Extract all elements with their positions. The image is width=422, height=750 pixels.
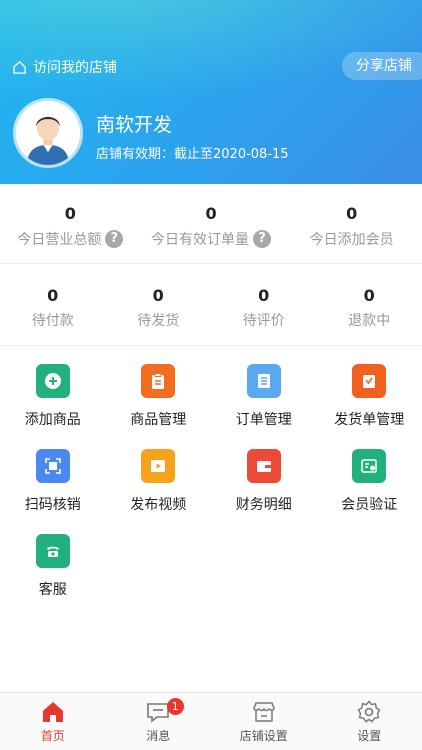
tab-label: 设置: [357, 729, 382, 743]
stat-pending-payment[interactable]: 0 待付款: [0, 264, 106, 345]
visit-shop-label: 访问我的店铺: [33, 60, 117, 76]
shop-name: 南软开发: [96, 114, 173, 136]
tab-home[interactable]: 首页: [0, 693, 106, 750]
stat-label: 待发货: [137, 313, 180, 329]
bottom-tabbar: 首页 1 消息 店铺设置 设置: [0, 692, 422, 750]
stat-value: 0: [258, 286, 270, 305]
stat-pending-review[interactable]: 0 待评价: [211, 264, 317, 345]
menu-customer-service[interactable]: 客服: [0, 534, 106, 619]
tab-settings[interactable]: 设置: [317, 693, 422, 750]
stat-value: 0: [47, 286, 59, 305]
phone-icon: [35, 534, 70, 568]
plus-circle-icon: [35, 364, 70, 398]
order-status-stats: 0 待付款 0 待发货 0 待评价 0 退款中: [0, 264, 422, 346]
gear-icon: [357, 700, 381, 723]
menu-label: 添加商品: [24, 412, 81, 428]
menu-label: 客服: [38, 582, 67, 598]
clipboard-icon: [141, 364, 176, 398]
menu-shipping-management[interactable]: 发货单管理: [317, 364, 422, 449]
message-badge: 1: [166, 698, 184, 715]
function-grid: 添加商品 商品管理 订单管理 发货单管理 扫码核销 发布视频 财务明细 会员验证…: [0, 364, 422, 619]
shop-validity: 店铺有效期：截止至2020-08-15: [96, 147, 289, 162]
stat-today-members[interactable]: 0 今日添加会员: [281, 184, 422, 263]
tab-label: 首页: [40, 729, 65, 743]
menu-label: 发布视频: [130, 497, 187, 513]
stat-label: 退款中: [348, 313, 391, 329]
stat-value: 0: [205, 204, 217, 223]
stat-label: 待付款: [31, 313, 74, 329]
menu-label: 商品管理: [130, 412, 187, 428]
help-icon[interactable]: ?: [253, 230, 271, 248]
menu-label: 发货单管理: [334, 412, 405, 428]
menu-label: 订单管理: [235, 412, 292, 428]
menu-label: 会员验证: [341, 497, 398, 513]
help-icon[interactable]: ?: [105, 230, 124, 248]
store-icon: [252, 702, 275, 722]
menu-product-management[interactable]: 商品管理: [106, 364, 212, 449]
stat-refunding[interactable]: 0 退款中: [317, 264, 422, 345]
menu-add-product[interactable]: 添加商品: [0, 364, 106, 449]
video-icon: [141, 449, 176, 483]
stat-today-orders[interactable]: 0 今日有效订单量?: [141, 184, 282, 263]
header-decoration: [0, 0, 422, 100]
avatar[interactable]: [13, 98, 83, 168]
stat-value: 0: [152, 286, 164, 305]
home-outline-icon: [13, 60, 26, 74]
stat-value: 0: [64, 204, 76, 223]
list-icon: [246, 364, 281, 398]
wallet-icon: [246, 449, 281, 483]
tab-messages[interactable]: 1 消息: [106, 693, 212, 750]
tab-label: 消息: [146, 729, 171, 743]
tab-store-settings[interactable]: 店铺设置: [211, 693, 317, 750]
shop-header: 访问我的店铺 分享店铺 南软开发 店铺有效期：截止至2020-08-15: [0, 0, 422, 184]
stat-label: 今日有效订单量: [151, 232, 249, 248]
stat-label: 今日添加会员: [309, 232, 394, 248]
stat-label: 今日营业总额: [17, 232, 102, 248]
stat-pending-shipment[interactable]: 0 待发货: [106, 264, 212, 345]
stat-value: 0: [346, 204, 358, 223]
menu-scan-verify[interactable]: 扫码核销: [0, 449, 106, 534]
menu-finance-details[interactable]: 财务明细: [211, 449, 317, 534]
shipping-icon: [352, 364, 387, 398]
stat-today-revenue[interactable]: 0 今日营业总额?: [0, 184, 141, 263]
menu-order-management[interactable]: 订单管理: [211, 364, 317, 449]
home-icon: [42, 702, 63, 722]
menu-label: 财务明细: [235, 497, 292, 513]
member-card-icon: [352, 449, 387, 483]
menu-member-verify[interactable]: 会员验证: [317, 449, 422, 534]
scan-icon: [35, 449, 70, 483]
avatar-person-icon: [16, 101, 80, 165]
stat-value: 0: [363, 286, 375, 305]
today-stats: 0 今日营业总额? 0 今日有效订单量? 0 今日添加会员: [0, 184, 422, 264]
menu-publish-video[interactable]: 发布视频: [106, 449, 212, 534]
visit-shop-link[interactable]: 访问我的店铺: [12, 57, 117, 77]
menu-label: 扫码核销: [24, 497, 81, 513]
tab-label: 店铺设置: [239, 729, 288, 743]
stat-label: 待评价: [242, 313, 285, 329]
share-shop-button[interactable]: 分享店铺: [342, 52, 422, 80]
